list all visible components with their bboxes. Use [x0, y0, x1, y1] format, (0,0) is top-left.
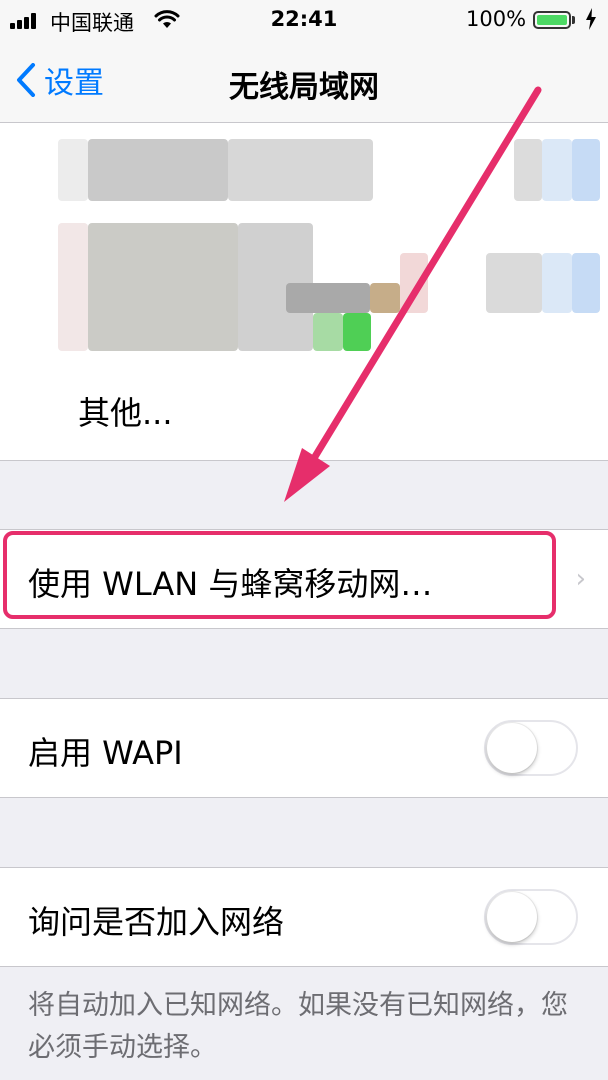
wlan-cellular-row[interactable]: 使用 WLAN 与蜂窝移动网… ›	[0, 530, 608, 628]
divider	[0, 628, 608, 629]
wapi-label: 启用 WAPI	[28, 734, 183, 772]
divider	[0, 797, 608, 798]
network-row[interactable]	[0, 139, 608, 201]
page-title: 无线局域网	[229, 70, 379, 105]
charging-icon	[586, 8, 596, 30]
other-network-label: 其他...	[78, 394, 173, 432]
battery-icon	[533, 11, 571, 29]
other-network-row[interactable]: 其他...	[0, 371, 608, 451]
battery-cap	[572, 16, 575, 24]
ask-join-toggle[interactable]	[484, 889, 578, 945]
status-bar: 中国联通 22:41 100%	[0, 0, 608, 40]
wapi-row: 启用 WAPI	[0, 699, 608, 797]
wapi-toggle[interactable]	[484, 720, 578, 776]
nav-bar: 设置 无线局域网	[0, 40, 608, 123]
ask-join-row: 询问是否加入网络	[0, 868, 608, 966]
network-list: 其他...	[0, 123, 608, 460]
ask-join-footer: 将自动加入已知网络。如果没有已知网络，您必须手动选择。	[28, 990, 568, 1063]
ask-join-label: 询问是否加入网络	[28, 903, 285, 941]
network-row[interactable]	[0, 223, 608, 351]
wlan-cellular-label: 使用 WLAN 与蜂窝移动网…	[28, 565, 433, 603]
battery-percent: 100%	[466, 7, 527, 31]
divider	[0, 460, 608, 461]
chevron-right-icon: ›	[575, 564, 586, 594]
divider	[0, 966, 608, 967]
